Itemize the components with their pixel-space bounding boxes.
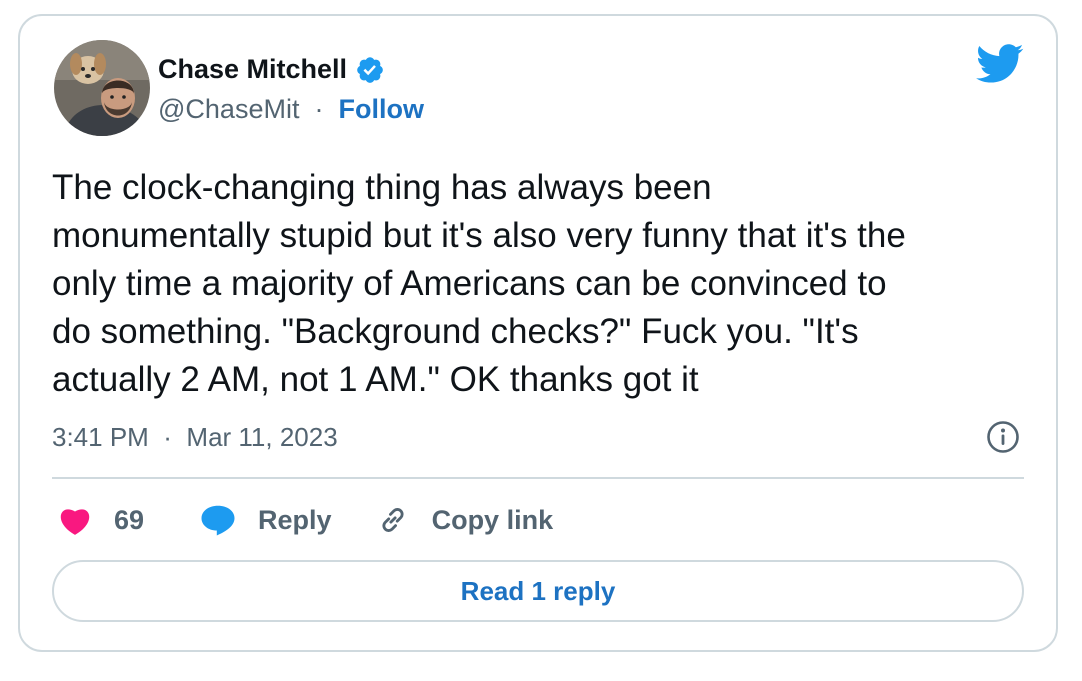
- reply-label: Reply: [258, 504, 332, 535]
- tweet-card: Chase Mitchell @ChaseMit · Follow The cl…: [18, 14, 1058, 652]
- verified-badge-icon: [355, 55, 385, 85]
- author-handle[interactable]: @ChaseMit: [158, 94, 299, 124]
- handle-separator: ·: [306, 94, 331, 124]
- info-icon[interactable]: [986, 420, 1020, 454]
- tweet-timestamp[interactable]: 3:41 PM · Mar 11, 2023: [52, 422, 338, 453]
- avatar-image: [54, 40, 150, 136]
- divider: [52, 477, 1024, 479]
- read-replies-label: Read 1 reply: [460, 575, 616, 606]
- link-icon: [376, 503, 410, 537]
- read-replies-button[interactable]: Read 1 reply: [52, 560, 1024, 622]
- twitter-bird-icon[interactable]: [976, 44, 1024, 84]
- tweet-time: 3:41 PM: [52, 422, 149, 452]
- reply-button[interactable]: Reply: [200, 504, 332, 536]
- heart-icon: [58, 505, 92, 535]
- tweet-date: Mar 11, 2023: [186, 422, 338, 452]
- follow-button[interactable]: Follow: [338, 94, 423, 124]
- timestamp-separator: ·: [156, 422, 180, 452]
- like-count: 69: [114, 504, 145, 535]
- copy-link-button[interactable]: Copy link: [376, 503, 554, 537]
- tweet-text: The clock-changing thing has always been…: [52, 168, 906, 399]
- avatar[interactable]: [54, 40, 150, 136]
- copy-link-label: Copy link: [431, 504, 554, 535]
- author-name-label: Chase Mitchell: [158, 54, 348, 84]
- tweet-actions: 69 Reply Copy link: [58, 500, 553, 540]
- like-button[interactable]: 69: [58, 505, 144, 536]
- speech-bubble-icon: [200, 504, 236, 536]
- author-handle-row: @ChaseMit · Follow: [158, 94, 424, 125]
- author-name[interactable]: Chase Mitchell: [158, 54, 385, 85]
